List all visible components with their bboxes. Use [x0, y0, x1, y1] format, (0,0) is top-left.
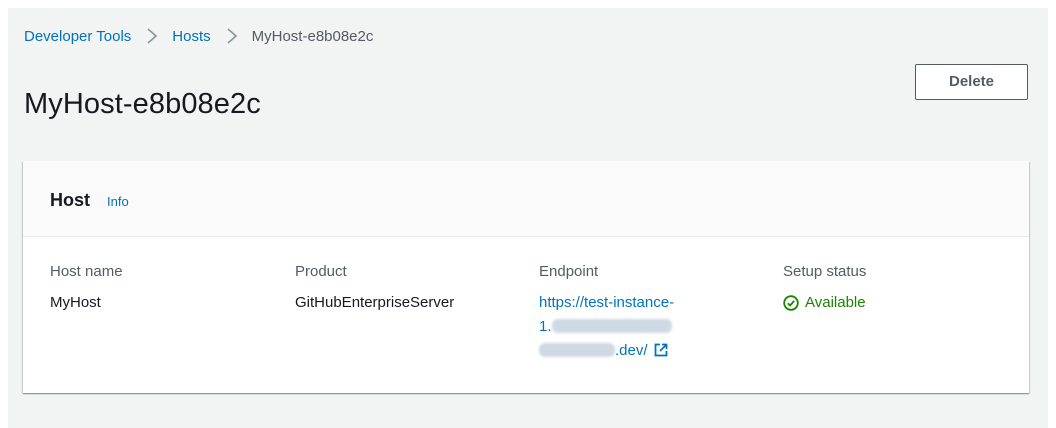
page-title: MyHost-e8b08e2c	[24, 88, 261, 120]
product-value: GitHubEnterpriseServer	[295, 294, 455, 311]
host-details-panel: Host Info Host name MyHost Product GitHu…	[23, 161, 1029, 393]
panel-header: Host Info	[23, 161, 1029, 237]
panel-title: Host	[50, 190, 90, 210]
info-link[interactable]: Info	[107, 194, 129, 210]
endpoint-url-line-3[interactable]: .dev/	[539, 339, 759, 365]
redacted-text	[551, 319, 672, 333]
chevron-right-icon	[225, 26, 239, 46]
product-label: Product	[295, 263, 347, 280]
endpoint-url-prefix: 1.	[539, 318, 552, 335]
external-link-icon[interactable]	[654, 341, 668, 365]
breadcrumb: Developer Tools Hosts MyHost-e8b08e2c	[24, 26, 373, 46]
check-circle-icon	[783, 295, 799, 311]
endpoint-url-line-1[interactable]: https://test-instance-	[539, 291, 759, 315]
redacted-text	[539, 343, 615, 357]
page-canvas: Developer Tools Hosts MyHost-e8b08e2c My…	[8, 8, 1048, 428]
endpoint-url-suffix: .dev/	[615, 342, 648, 359]
endpoint-link[interactable]: https://test-instance- 1. .dev/	[539, 291, 759, 365]
host-name-column: Host name MyHost	[50, 261, 270, 315]
endpoint-label: Endpoint	[539, 263, 599, 280]
breadcrumb-developer-tools[interactable]: Developer Tools	[24, 28, 131, 45]
endpoint-column: Endpoint https://test-instance- 1. .dev/	[539, 261, 759, 365]
setup-status-label: Setup status	[783, 263, 867, 280]
product-column: Product GitHubEnterpriseServer	[295, 261, 515, 315]
host-name-label: Host name	[50, 263, 123, 280]
setup-status-column: Setup status Available	[783, 261, 1003, 315]
delete-button[interactable]: Delete	[915, 64, 1028, 100]
status-badge: Available	[783, 291, 1003, 315]
chevron-right-icon	[145, 26, 159, 46]
breadcrumb-hosts[interactable]: Hosts	[172, 28, 210, 45]
host-name-value: MyHost	[50, 294, 101, 311]
endpoint-url-line-2[interactable]: 1.	[539, 315, 759, 339]
breadcrumb-current-host: MyHost-e8b08e2c	[251, 27, 374, 45]
setup-status-value: Available	[805, 294, 866, 311]
